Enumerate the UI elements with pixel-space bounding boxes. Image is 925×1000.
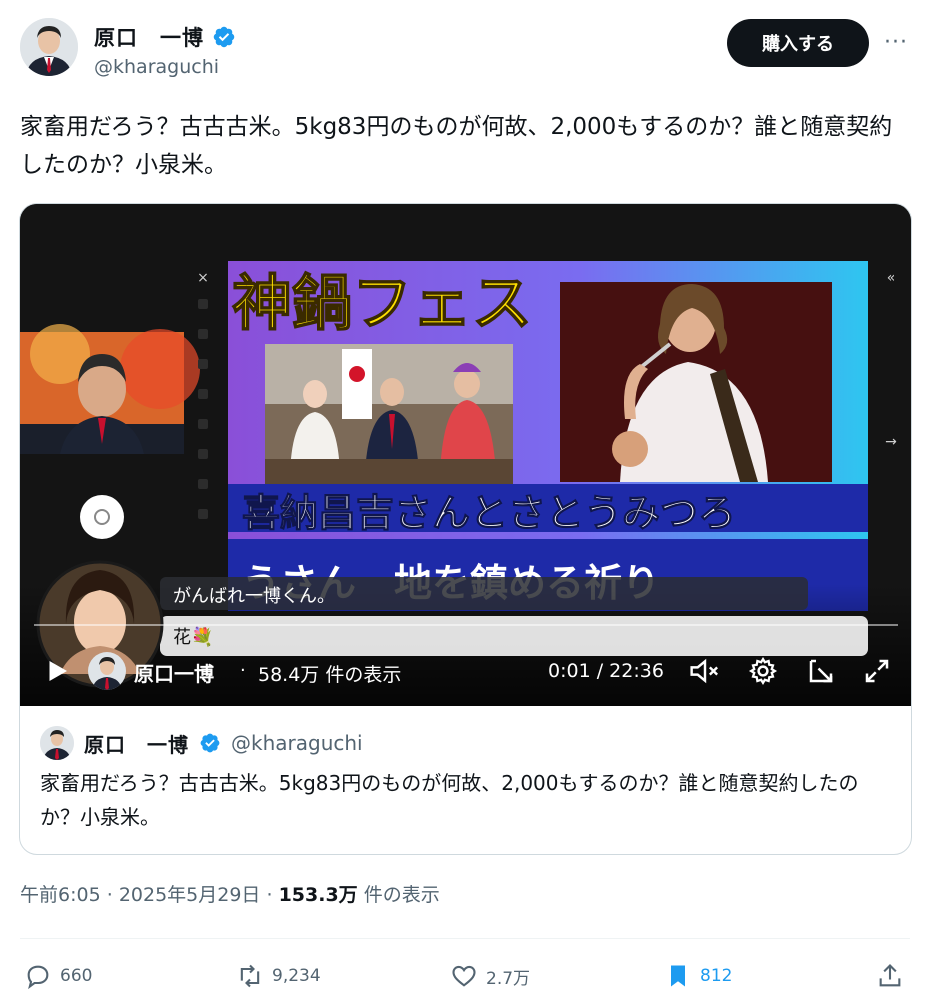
- author-avatar[interactable]: [20, 18, 78, 76]
- like-button[interactable]: 2.7万: [450, 962, 530, 990]
- tweet-text: 家畜用だろう？古古古米。5kg83円のものが何故、2,000もするのか？誰と随意…: [20, 114, 893, 178]
- verified-badge-icon: [200, 733, 220, 753]
- media-card[interactable]: × « → 神鍋フェス 喜納昌吉さんとさとうみつろ がんばれ一博くん。 花💐 原…: [19, 203, 912, 855]
- muted-speaker-icon: [690, 658, 719, 684]
- retweet-button[interactable]: 9,234: [236, 962, 321, 990]
- like-count: 2.7万: [486, 968, 531, 989]
- author-handle[interactable]: @kharaguchi: [94, 56, 219, 78]
- tweet-meta: 午前6:05 · 2025年5月29日 · 153.3万 件の表示: [20, 880, 440, 907]
- gear-icon: [748, 656, 778, 686]
- comment-2: 花💐: [173, 627, 214, 648]
- meta-separator-2: ·: [266, 884, 279, 906]
- share-icon: [879, 964, 901, 987]
- share-button[interactable]: [876, 962, 904, 990]
- quote-header[interactable]: 原口 一博 @kharaguchi: [40, 726, 363, 760]
- video-player[interactable]: × « → 神鍋フェス 喜納昌吉さんとさとうみつろ がんばれ一博くん。 花💐 原…: [20, 204, 911, 706]
- quote-author-name[interactable]: 原口 一博: [84, 729, 189, 758]
- quote-author-handle[interactable]: @kharaguchi: [231, 731, 363, 755]
- fullscreen-button[interactable]: [862, 656, 892, 686]
- views-count: 153.3万: [278, 884, 358, 906]
- divider: [20, 938, 910, 939]
- quote-text: 家畜用だろう？古古古米。5kg83円のものが何故、2,000もするのか？誰と随意…: [40, 771, 859, 829]
- settings-button[interactable]: [748, 656, 778, 686]
- play-icon: [49, 661, 67, 681]
- channel-name[interactable]: 原口一博: [134, 658, 214, 687]
- author-name[interactable]: 原口 一博: [94, 22, 204, 52]
- meta-separator-1: ·: [106, 884, 119, 906]
- expand-icon: [865, 659, 889, 683]
- bookmark-count: 812: [700, 966, 733, 986]
- svg-text:«: «: [887, 270, 896, 286]
- svg-text:×: ×: [197, 270, 209, 286]
- bookmark-button[interactable]: 812: [664, 962, 732, 990]
- retweet-count: 9,234: [272, 966, 321, 986]
- author-name-row[interactable]: 原口 一博: [94, 22, 236, 52]
- play-button[interactable]: [42, 656, 72, 686]
- buy-button[interactable]: 購入する: [727, 19, 869, 67]
- channel-avatar[interactable]: [88, 652, 126, 690]
- tweet-date[interactable]: 2025年5月29日: [119, 884, 261, 906]
- reply-button[interactable]: 660: [24, 962, 92, 990]
- mute-button[interactable]: [688, 656, 722, 686]
- tweet-time[interactable]: 午前6:05: [20, 884, 101, 906]
- quote-avatar[interactable]: [40, 726, 74, 760]
- more-options-icon[interactable]: ···: [884, 30, 908, 55]
- comment-1: がんばれ一博くん。: [173, 586, 335, 607]
- thumb-title: 神鍋フェス: [232, 269, 532, 339]
- retweet-icon: [240, 964, 260, 988]
- svg-text:喜納昌吉さんとさとうみつろ: 喜納昌吉さんとさとうみつろ: [242, 491, 736, 535]
- verified-badge-icon: [213, 26, 235, 48]
- reply-count: 660: [60, 966, 93, 986]
- reply-icon: [27, 965, 49, 990]
- video-time: 0:01 / 22:36: [548, 660, 664, 682]
- bookmark-icon: [671, 965, 685, 987]
- views-label: 件の表示: [363, 884, 440, 906]
- svg-text:→: →: [885, 434, 897, 450]
- popout-button[interactable]: [806, 656, 836, 686]
- video-dot: ·: [240, 660, 246, 681]
- video-views: 58.4万 件の表示: [258, 664, 402, 686]
- heart-icon: [452, 965, 476, 987]
- popout-icon: [809, 659, 833, 683]
